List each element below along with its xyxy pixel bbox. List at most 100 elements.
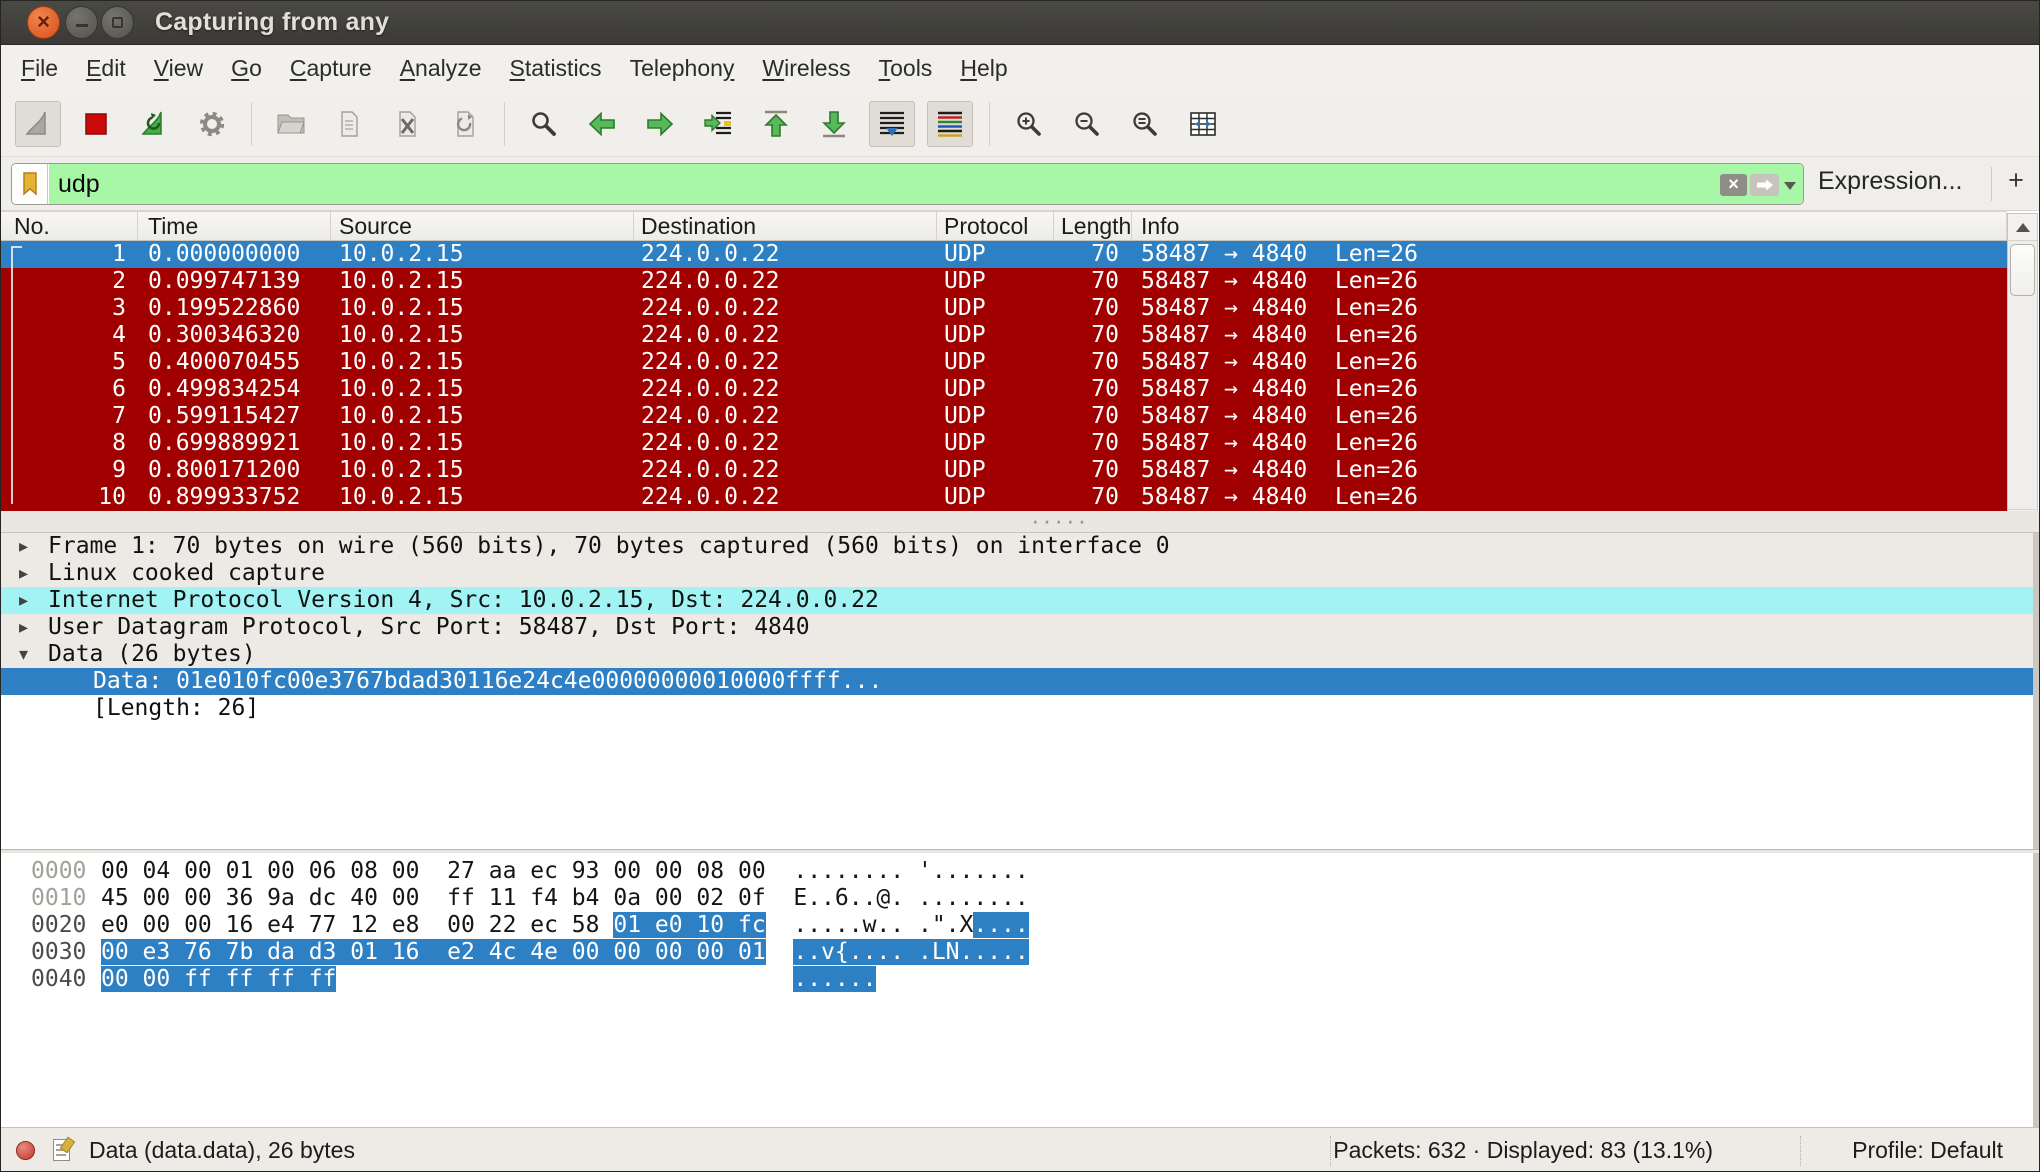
- packet-row[interactable]: 30.19952286010.0.2.15224.0.0.22UDP705848…: [1, 295, 2007, 322]
- collapse-icon[interactable]: ▾: [19, 641, 28, 668]
- hex-bytes-selected[interactable]: 00 00 ff ff ff ff: [101, 966, 336, 992]
- detail-row[interactable]: ▾Data (26 bytes): [1, 641, 2033, 668]
- detail-row[interactable]: Data: 01e010fc00e3767bdad30116e24c4e0000…: [1, 668, 2033, 695]
- add-filter-button[interactable]: +: [2001, 165, 2031, 196]
- minimize-window-button[interactable]: [65, 6, 98, 39]
- menu-help[interactable]: Help: [946, 55, 1021, 82]
- expand-icon[interactable]: ▸: [19, 587, 28, 614]
- menu-go[interactable]: Go: [217, 55, 276, 82]
- menu-analyze[interactable]: Analyze: [386, 55, 496, 82]
- hex-ascii[interactable]: ........ '.......: [793, 858, 1028, 884]
- open-file-button[interactable]: [268, 101, 314, 147]
- save-file-button[interactable]: [326, 101, 372, 147]
- menu-capture[interactable]: Capture: [276, 55, 386, 82]
- pane-splitter-top[interactable]: [1, 511, 2040, 533]
- hex-ascii[interactable]: .....w.. .".X....: [793, 912, 1028, 938]
- column-header-length[interactable]: Length: [1054, 212, 1132, 240]
- hex-ascii-selected[interactable]: ......: [793, 966, 876, 992]
- column-header-source[interactable]: Source: [331, 212, 634, 240]
- menu-statistics[interactable]: Statistics: [496, 55, 616, 82]
- hex-row[interactable]: 003000 e3 76 7b da d3 01 16 e2 4c 4e 00 …: [1, 939, 2033, 966]
- column-header-no[interactable]: No.: [1, 212, 138, 240]
- previous-packet-button[interactable]: [579, 101, 625, 147]
- column-header-info[interactable]: Info: [1132, 212, 2007, 240]
- go-to-packet-button[interactable]: [695, 101, 741, 147]
- stop-capture-button[interactable]: [73, 101, 119, 147]
- start-capture-button[interactable]: [15, 101, 61, 147]
- menu-tools[interactable]: Tools: [865, 55, 947, 82]
- capture-options-button[interactable]: [189, 101, 235, 147]
- expand-icon[interactable]: ▸: [19, 533, 28, 560]
- find-packet-button[interactable]: [521, 101, 567, 147]
- packet-row[interactable]: 60.49983425410.0.2.15224.0.0.22UDP705848…: [1, 376, 2007, 403]
- display-filter-field[interactable]: udp: [49, 164, 1803, 204]
- scrollbar-thumb[interactable]: [2010, 244, 2035, 296]
- hex-bytes-selected[interactable]: 00 e3 76 7b da d3 01 16 e2 4c 4e 00 00 0…: [101, 939, 766, 965]
- reload-file-button[interactable]: [442, 101, 488, 147]
- packet-row[interactable]: 90.80017120010.0.2.15224.0.0.22UDP705848…: [1, 457, 2007, 484]
- first-packet-button[interactable]: [753, 101, 799, 147]
- packet-row[interactable]: 10.00000000010.0.2.15224.0.0.22UDP705848…: [1, 241, 2007, 268]
- expand-icon[interactable]: ▸: [19, 560, 28, 587]
- last-packet-button[interactable]: [811, 101, 857, 147]
- packet-row[interactable]: 100.89993375210.0.2.15224.0.0.22UDP70584…: [1, 484, 2007, 511]
- save-file-icon: [334, 109, 364, 139]
- colorize-button[interactable]: [927, 101, 973, 147]
- next-packet-button[interactable]: [637, 101, 683, 147]
- hex-bytes[interactable]: 00 e3 76 7b da d3 01 16 e2 4c 4e 00 00 0…: [101, 939, 793, 966]
- scrollbar-up-button[interactable]: [2008, 214, 2037, 241]
- resize-columns-button[interactable]: [1180, 101, 1226, 147]
- detail-row[interactable]: ▸User Datagram Protocol, Src Port: 58487…: [1, 614, 2033, 641]
- expert-info-icon[interactable]: [16, 1141, 35, 1160]
- hex-ascii[interactable]: E..6..@. ........: [793, 885, 1028, 911]
- hex-bytes[interactable]: 00 00 ff ff ff ff: [101, 966, 793, 993]
- filter-apply-button[interactable]: [1750, 174, 1779, 196]
- zoom-out-button[interactable]: [1064, 101, 1110, 147]
- hex-bytes-selected[interactable]: 01 e0 10 fc: [613, 912, 765, 938]
- close-window-button[interactable]: ×: [27, 6, 60, 39]
- hex-row[interactable]: 004000 00 ff ff ff ff......: [1, 966, 2033, 993]
- zoom-original-button[interactable]: [1122, 101, 1168, 147]
- detail-row[interactable]: ▸Internet Protocol Version 4, Src: 10.0.…: [1, 587, 2033, 614]
- packet-list-scrollbar[interactable]: [2007, 213, 2038, 537]
- filter-clear-button[interactable]: ×: [1720, 174, 1747, 196]
- hex-row[interactable]: 000000 04 00 01 00 06 08 00 27 aa ec 93 …: [1, 858, 2033, 885]
- packet-row[interactable]: 80.69988992110.0.2.15224.0.0.22UDP705848…: [1, 430, 2007, 457]
- hex-bytes[interactable]: 45 00 00 36 9a dc 40 00 ff 11 f4 b4 0a 0…: [101, 885, 793, 912]
- expand-icon[interactable]: ▸: [19, 614, 28, 641]
- close-file-button[interactable]: [384, 101, 430, 147]
- packet-row[interactable]: 70.59911542710.0.2.15224.0.0.22UDP705848…: [1, 403, 2007, 430]
- restart-capture-button[interactable]: [131, 101, 177, 147]
- menu-view[interactable]: View: [140, 55, 217, 82]
- expression-button[interactable]: Expression...: [1818, 167, 1963, 196]
- detail-row[interactable]: ▸Frame 1: 70 bytes on wire (560 bits), 7…: [1, 533, 2033, 560]
- zoom-in-button[interactable]: [1006, 101, 1052, 147]
- menu-wireless[interactable]: Wireless: [748, 55, 864, 82]
- packet-row[interactable]: 20.09974713910.0.2.15224.0.0.22UDP705848…: [1, 268, 2007, 295]
- hex-row[interactable]: 001045 00 00 36 9a dc 40 00 ff 11 f4 b4 …: [1, 885, 2033, 912]
- hex-ascii[interactable]: ......: [793, 966, 876, 992]
- menu-edit[interactable]: Edit: [72, 55, 140, 82]
- menu-file[interactable]: File: [7, 55, 72, 82]
- hex-bytes[interactable]: 00 04 00 01 00 06 08 00 27 aa ec 93 00 0…: [101, 858, 793, 885]
- filter-bookmark-button[interactable]: [12, 164, 48, 204]
- hex-ascii-selected[interactable]: ..v{.... .LN.....: [793, 939, 1028, 965]
- maximize-window-button[interactable]: [101, 6, 134, 39]
- auto-scroll-button[interactable]: [869, 101, 915, 147]
- status-profile[interactable]: Profile: Default: [1852, 1137, 2003, 1164]
- packet-cell: 58487 → 4840 Len=26: [1132, 457, 2007, 484]
- hex-ascii-selected[interactable]: ....: [973, 912, 1028, 938]
- detail-row[interactable]: [Length: 26]: [1, 695, 2033, 722]
- column-header-time[interactable]: Time: [138, 212, 331, 240]
- hex-row[interactable]: 0020e0 00 00 16 e4 77 12 e8 00 22 ec 58 …: [1, 912, 2033, 939]
- capture-comment-icon[interactable]: [53, 1139, 70, 1161]
- packet-row[interactable]: 40.30034632010.0.2.15224.0.0.22UDP705848…: [1, 322, 2007, 349]
- hex-ascii[interactable]: ..v{.... .LN.....: [793, 939, 1028, 965]
- column-header-protocol[interactable]: Protocol: [937, 212, 1054, 240]
- detail-row[interactable]: ▸Linux cooked capture: [1, 560, 2033, 587]
- column-header-destination[interactable]: Destination: [634, 212, 937, 240]
- hex-bytes[interactable]: e0 00 00 16 e4 77 12 e8 00 22 ec 58 01 e…: [101, 912, 793, 939]
- menu-telephony[interactable]: Telephony: [616, 55, 749, 82]
- packet-row[interactable]: 50.40007045510.0.2.15224.0.0.22UDP705848…: [1, 349, 2007, 376]
- filter-dropdown-caret-icon[interactable]: [1784, 182, 1796, 190]
